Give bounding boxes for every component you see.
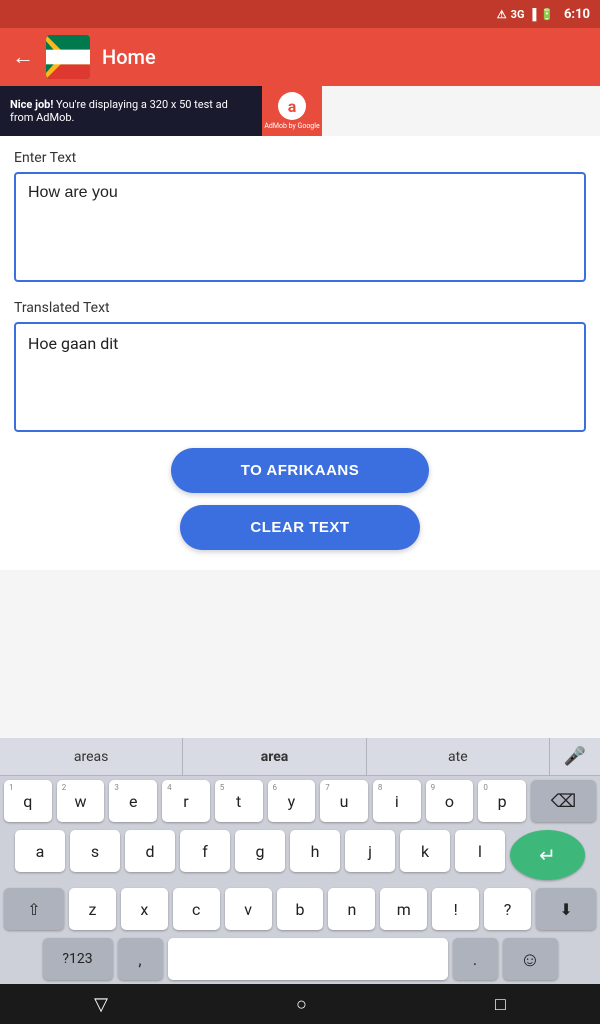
key-y[interactable]: 6y [268,780,316,822]
bottom-nav: ▽ ○ □ [0,984,600,1024]
emoji-button[interactable]: ☺ [503,938,558,980]
key-b[interactable]: b [277,888,324,930]
key-m[interactable]: m [380,888,427,930]
key-l[interactable]: l [455,830,505,872]
toolbar: ← Home [0,28,600,86]
key-x[interactable]: x [121,888,168,930]
spacebar[interactable] [168,938,448,980]
key-r[interactable]: 4r [162,780,210,822]
key-p[interactable]: 0p [478,780,526,822]
main-content: Enter Text How are you Translated Text H… [0,136,600,570]
admob-icon: a [278,92,306,120]
translated-text-label: Translated Text [14,300,586,316]
mic-button[interactable]: 🎤 [550,738,600,775]
time-display: 6:10 [564,7,590,22]
key-z[interactable]: z [69,888,116,930]
key-question[interactable]: ? [484,888,531,930]
suggestion-areas[interactable]: areas [0,738,183,775]
shift-right-button[interactable]: ⬇ [536,888,596,930]
key-i[interactable]: 8i [373,780,421,822]
translated-output: Hoe gaan dit [14,322,586,432]
keyboard-number-row: 1q 2w 3e 4r 5t 6y 7u 8i 9o 0p ⌫ [0,776,600,826]
admob-logo: a AdMob by Google [262,86,322,136]
key-u[interactable]: 7u [320,780,368,822]
key-d[interactable]: d [125,830,175,872]
key-o[interactable]: 9o [426,780,474,822]
action-buttons: TO AFRIKAANS CLEAR TEXT [14,448,586,560]
status-bar: ⚠ 3G ▐ 🔋 6:10 [0,0,600,28]
suggestion-bar: areas area ate 🎤 [0,738,600,776]
enter-button[interactable]: ↵ [510,830,585,880]
alert-triangle-icon: ⚠ [497,8,507,21]
keyboard: areas area ate 🎤 1q 2w 3e 4r 5t 6y 7u 8i… [0,738,600,984]
keyboard-middle-row: a s d f g h j k l ↵ [0,826,600,884]
battery-icon: 🔋 [540,8,554,21]
key-e[interactable]: 3e [109,780,157,822]
backspace-button[interactable]: ⌫ [531,780,596,822]
toolbar-title: Home [102,45,156,69]
nav-back-button[interactable]: ▽ [94,994,108,1015]
key-w[interactable]: 2w [57,780,105,822]
signal-icon: ▐ [528,8,536,21]
key-v[interactable]: v [225,888,272,930]
text-input[interactable]: How are you [14,172,586,282]
key-exclaim[interactable]: ! [432,888,479,930]
ad-banner[interactable]: Nice job! You're displaying a 320 x 50 t… [0,86,322,136]
to-afrikaans-button[interactable]: TO AFRIKAANS [171,448,430,493]
clear-text-button[interactable]: CLEAR TEXT [180,505,419,550]
key-q[interactable]: 1q [4,780,52,822]
back-button[interactable]: ← [12,44,34,70]
admob-label: AdMob by Google [264,122,319,130]
status-icons: ⚠ 3G ▐ 🔋 6:10 [497,7,590,22]
nav-home-button[interactable]: ○ [296,994,307,1015]
nav-recent-button[interactable]: □ [495,994,506,1015]
enter-text-label: Enter Text [14,150,586,166]
shift-button[interactable]: ⇧ [4,888,64,930]
key-s[interactable]: s [70,830,120,872]
suggestion-ate[interactable]: ate [367,738,550,775]
network-label: 3G [511,8,525,21]
key-g[interactable]: g [235,830,285,872]
key-n[interactable]: n [328,888,375,930]
key-j[interactable]: j [345,830,395,872]
key-c[interactable]: c [173,888,220,930]
key-t[interactable]: 5t [215,780,263,822]
key-a[interactable]: a [15,830,65,872]
numbers-button[interactable]: ?123 [43,938,113,980]
suggestion-area[interactable]: area [183,738,366,775]
comma-key[interactable]: , [118,938,163,980]
period-key[interactable]: . [453,938,498,980]
keyboard-bottom-row: ⇧ z x c v b n m ! ? ⬇ [0,884,600,934]
key-h[interactable]: h [290,830,340,872]
app-logo [46,35,90,79]
keyboard-space-row: ?123 , . ☺ [0,934,600,984]
key-f[interactable]: f [180,830,230,872]
ad-text: Nice job! You're displaying a 320 x 50 t… [0,92,262,130]
key-k[interactable]: k [400,830,450,872]
